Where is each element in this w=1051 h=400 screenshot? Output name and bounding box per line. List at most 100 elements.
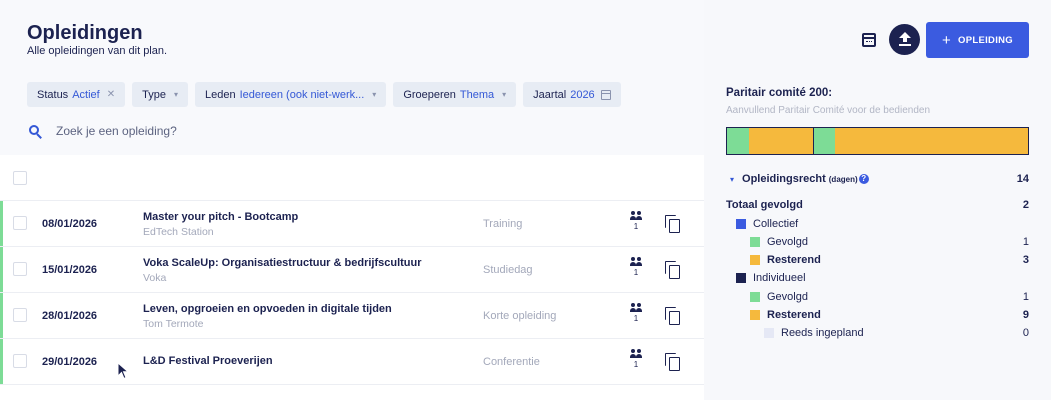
row-organizer: EdTech Station xyxy=(143,226,214,238)
ingepland-label: Reeds ingepland xyxy=(781,327,864,339)
chevron-down-icon: ▾ xyxy=(502,90,507,99)
row-name[interactable]: Leven, opgroeien en opvoeden in digitale… xyxy=(143,303,392,315)
participants[interactable]: 1 xyxy=(628,349,644,369)
participants[interactable]: 1 xyxy=(628,211,644,231)
people-icon xyxy=(629,303,643,313)
chevron-down-icon[interactable]: ▾ xyxy=(730,175,734,184)
filter-type[interactable]: Type ▾ xyxy=(132,82,188,107)
row-date: 28/01/2026 xyxy=(42,310,98,322)
committee-subtitle: Aanvullend Paritair Comité voor de bedie… xyxy=(726,105,931,116)
copy-icon[interactable] xyxy=(665,261,681,279)
row-checkbox[interactable] xyxy=(13,308,27,322)
row-name[interactable]: L&D Festival Proeverijen xyxy=(143,355,273,367)
calendar-icon[interactable] xyxy=(862,33,876,47)
table-row[interactable]: 29/01/2026 L&D Festival Proeverijen Conf… xyxy=(0,339,704,385)
individueel-row: Individueel xyxy=(736,272,1029,284)
copy-icon[interactable] xyxy=(665,353,681,371)
collectief-resterend-row: Resterend 3 xyxy=(750,254,1029,266)
filter-status[interactable]: Status Actief ✕ xyxy=(27,82,126,107)
filter-bar: Status Actief ✕ Type ▾ Leden Iedereen (o… xyxy=(27,82,621,107)
clear-icon[interactable]: ✕ xyxy=(107,89,115,100)
row-status-accent xyxy=(0,293,3,338)
budget-bar xyxy=(726,127,1029,155)
collectief-gevolgd-row: Gevolgd 1 xyxy=(750,236,1029,248)
right-unit: (dagen) xyxy=(828,174,858,184)
copy-icon[interactable] xyxy=(665,215,681,233)
people-icon xyxy=(629,211,643,221)
collectief-resterend-value: 3 xyxy=(1022,254,1029,266)
legend-swatch-gevolgd xyxy=(750,292,760,302)
legend-swatch-individueel xyxy=(736,273,746,283)
collectief-gevolgd-value: 1 xyxy=(1022,236,1029,248)
filter-leden-value: Iedereen (ook niet-werk... xyxy=(239,88,365,101)
individueel-resterend-row: Resterend 9 xyxy=(750,309,1029,321)
bar-segment-individueel-resterend xyxy=(834,128,1028,154)
copy-icon[interactable] xyxy=(665,307,681,325)
participant-count: 1 xyxy=(633,268,639,277)
total-value: 2 xyxy=(1022,199,1029,211)
main-panel: Opleidingen Alle opleidingen van dit pla… xyxy=(0,0,704,400)
row-type: Conferentie xyxy=(483,356,540,368)
search-bar xyxy=(29,124,356,139)
row-date: 15/01/2026 xyxy=(42,264,98,276)
row-name[interactable]: Voka ScaleUp: Organisatiestructuur & bed… xyxy=(143,257,422,269)
resterend-label: Resterend xyxy=(767,254,821,266)
table-row[interactable]: 28/01/2026 Leven, opgroeien en opvoeden … xyxy=(0,293,704,339)
row-date: 29/01/2026 xyxy=(42,356,98,368)
resterend-label: Resterend xyxy=(767,309,821,321)
participants[interactable]: 1 xyxy=(628,303,644,323)
mouse-cursor-icon xyxy=(117,362,130,380)
row-status-accent xyxy=(0,201,3,246)
chevron-down-icon: ▾ xyxy=(173,90,178,99)
row-type: Korte opleiding xyxy=(483,310,557,322)
upload-button[interactable] xyxy=(889,24,920,55)
legend-swatch-collectief xyxy=(736,219,746,229)
legend-swatch-resterend xyxy=(750,255,760,265)
row-organizer: Tom Termote xyxy=(143,318,204,330)
individueel-label: Individueel xyxy=(753,272,806,284)
individueel-ingepland-row: Reeds ingepland 0 xyxy=(764,327,1029,339)
row-type: Training xyxy=(483,218,523,230)
bar-segment-collectief-gevolgd xyxy=(727,128,749,154)
participants[interactable]: 1 xyxy=(628,257,644,277)
filter-jaartal-value: 2026 xyxy=(570,88,595,101)
filter-jaartal[interactable]: Jaartal 2026 xyxy=(523,82,621,107)
select-all-checkbox[interactable] xyxy=(13,171,27,185)
filter-leden[interactable]: Leden Iedereen (ook niet-werk... ▾ xyxy=(194,82,387,107)
row-name[interactable]: Master your pitch - Bootcamp xyxy=(143,211,298,223)
calendar-icon xyxy=(600,89,611,100)
row-checkbox[interactable] xyxy=(13,262,27,276)
filter-status-value: Actief xyxy=(72,88,100,101)
gevolgd-label: Gevolgd xyxy=(767,236,808,248)
participant-count: 1 xyxy=(633,360,639,369)
people-icon xyxy=(629,257,643,267)
table-row[interactable]: 15/01/2026 Voka ScaleUp: Organisatiestru… xyxy=(0,247,704,293)
collectief-label: Collectief xyxy=(753,218,799,230)
participant-count: 1 xyxy=(633,222,639,231)
collectief-row: Collectief xyxy=(736,218,1029,230)
search-input[interactable] xyxy=(56,124,356,138)
individueel-gevolgd-value: 1 xyxy=(1022,291,1029,303)
row-type: Studiedag xyxy=(483,264,533,276)
summary-right-row[interactable]: ▾ Opleidingsrecht (dagen)? 14 xyxy=(726,173,1029,185)
add-opleiding-button[interactable]: + OPLEIDING xyxy=(926,22,1029,58)
people-icon xyxy=(629,349,643,359)
legend-swatch-ingepland xyxy=(764,328,774,338)
add-opleiding-label: OPLEIDING xyxy=(958,34,1014,46)
bar-segment-collectief-resterend xyxy=(748,128,813,154)
legend-swatch-gevolgd xyxy=(750,237,760,247)
filter-groeperen[interactable]: Groeperen Thema ▾ xyxy=(393,82,517,107)
table-header xyxy=(0,155,704,201)
page-title: Opleidingen xyxy=(27,22,143,44)
bar-segment-individueel-gevolgd xyxy=(813,128,835,154)
search-icon xyxy=(29,124,42,139)
row-checkbox[interactable] xyxy=(13,216,27,230)
right-label: Opleidingsrecht xyxy=(742,173,826,185)
filter-type-label: Type xyxy=(142,88,166,101)
table-row[interactable]: 08/01/2026 Master your pitch - Bootcamp … xyxy=(0,201,704,247)
filter-leden-label: Leden xyxy=(204,88,236,101)
row-organizer: Voka xyxy=(143,272,167,284)
row-checkbox[interactable] xyxy=(13,354,27,368)
row-date: 08/01/2026 xyxy=(42,218,98,230)
info-icon[interactable]: ? xyxy=(858,174,869,184)
